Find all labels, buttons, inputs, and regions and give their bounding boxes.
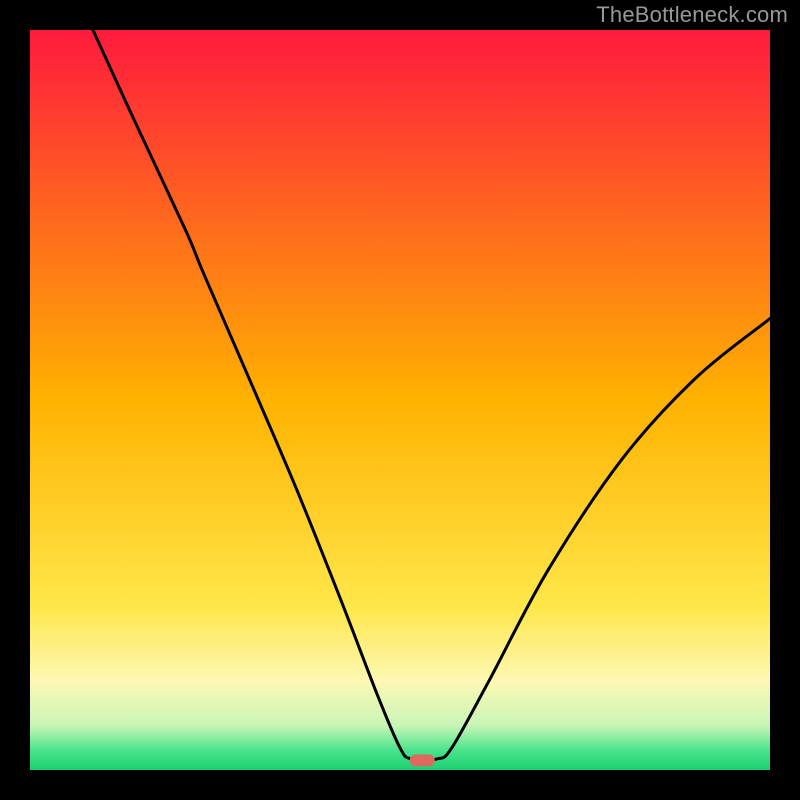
chart-frame: TheBottleneck.com (0, 0, 800, 800)
chart-background (30, 30, 770, 770)
bottleneck-chart (30, 30, 770, 770)
minimum-marker (410, 754, 435, 766)
watermark-text: TheBottleneck.com (596, 2, 788, 28)
